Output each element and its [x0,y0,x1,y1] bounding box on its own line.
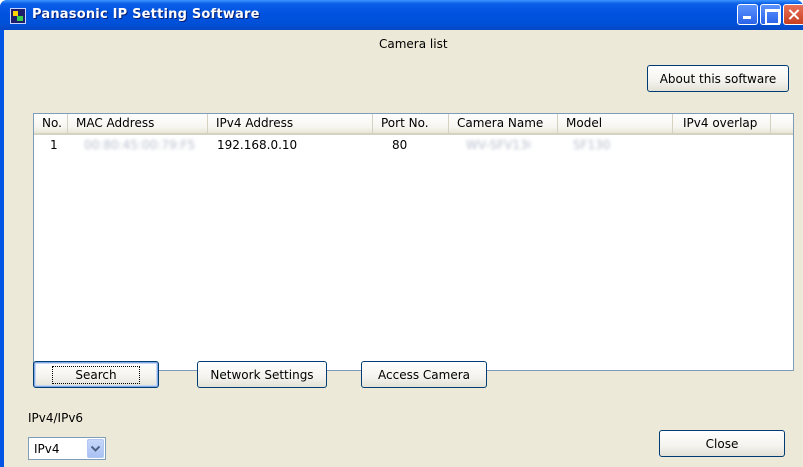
close-button[interactable]: Close [659,430,785,457]
network-settings-button[interactable]: Network Settings [197,361,327,388]
cell-model: SF130 [573,138,611,152]
client-area: Camera list About this software No. MAC … [4,30,803,467]
title-bar[interactable]: Panasonic IP Setting Software [0,0,803,30]
about-button[interactable]: About this software [647,65,789,92]
chevron-down-icon[interactable] [87,439,104,458]
cell-mac-address: 00:80:45:00:79:F5 [84,138,196,152]
camera-list[interactable]: No. MAC Address IPv4 Address Port No. Ca… [33,113,794,371]
close-icon[interactable] [783,4,803,25]
column-model[interactable]: Model [558,114,673,133]
list-header: No. MAC Address IPv4 Address Port No. Ca… [34,114,793,135]
column-ipv4-address[interactable]: IPv4 Address [208,114,373,133]
table-row[interactable]: 1 00:80:45:00:79:F5 192.168.0.10 80 WV-S… [34,137,793,154]
column-camera-name[interactable]: Camera Name [449,114,558,133]
ip-mode-label: IPv4/IPv6 [28,411,84,425]
window-title: Panasonic IP Setting Software [32,7,260,22]
search-button-label: Search [52,365,140,384]
column-mac-address[interactable]: MAC Address [68,114,208,133]
main-window: Panasonic IP Setting Software Camera lis… [0,0,803,467]
access-camera-button[interactable]: Access Camera [361,361,487,388]
minimize-icon[interactable] [737,4,758,25]
camera-list-label: Camera list [379,37,448,51]
ip-mode-select[interactable]: IPv4 [28,437,106,460]
cell-camera-name: WV-SFV130 [466,138,530,152]
app-icon[interactable] [10,8,26,24]
cell-ipv4-address: 192.168.0.10 [217,138,298,152]
column-no[interactable]: No. [34,114,68,133]
column-port-no[interactable]: Port No. [373,114,449,133]
ip-mode-value: IPv4 [34,442,60,456]
column-ipv4-overlap[interactable]: IPv4 overlap [673,114,771,133]
cell-no: 1 [50,138,58,152]
cell-port-no: 80 [392,138,408,152]
maximize-icon[interactable] [760,4,781,25]
search-button[interactable]: Search [33,361,159,388]
